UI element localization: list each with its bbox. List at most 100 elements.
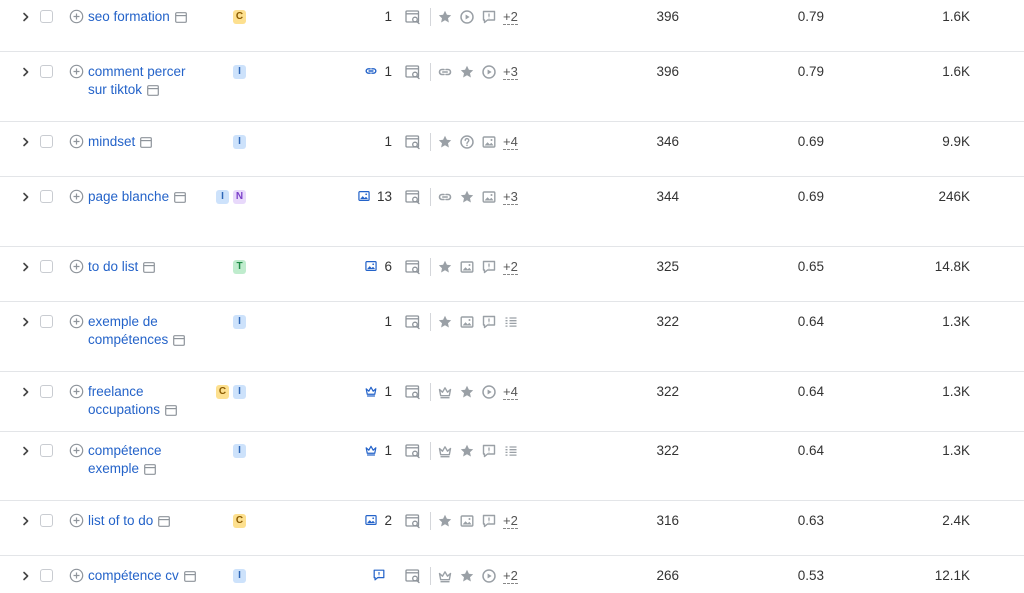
more-features-link[interactable]: +2	[503, 9, 518, 25]
keyword-link[interactable]: compétence cv	[88, 567, 208, 585]
serp-snapshot-icon[interactable]	[143, 260, 156, 273]
keyword-text[interactable]: seo formation	[88, 9, 170, 24]
more-features-link[interactable]: +4	[503, 384, 518, 400]
row-checkbox[interactable]	[40, 135, 53, 148]
expand-chevron-icon[interactable]	[20, 445, 32, 457]
keyword-text[interactable]: exemple de compétences	[88, 314, 168, 347]
keyword-link[interactable]: seo formation	[88, 8, 208, 26]
star-icon	[459, 64, 475, 80]
serp-snapshot-icon[interactable]	[173, 333, 186, 346]
image-icon	[459, 314, 475, 330]
more-features-link[interactable]: +2	[503, 568, 518, 584]
add-keyword-icon[interactable]	[69, 259, 84, 274]
keyword-text[interactable]: comment percer sur tiktok	[88, 64, 186, 97]
row-checkbox[interactable]	[40, 569, 53, 582]
table-row: comment percer sur tiktok I 1 +3 396 0.79 1.6K	[0, 52, 1024, 122]
star-icon	[459, 189, 475, 205]
keyword-text[interactable]: compétence cv	[88, 568, 179, 583]
expand-chevron-icon[interactable]	[20, 316, 32, 328]
keyword-link[interactable]: to do list	[88, 258, 208, 276]
results-value: 14.8K	[934, 259, 970, 274]
row-checkbox[interactable]	[40, 385, 53, 398]
view-serp-icon[interactable]	[405, 385, 421, 400]
expand-chevron-icon[interactable]	[20, 136, 32, 148]
view-serp-icon[interactable]	[405, 569, 421, 584]
view-serp-icon[interactable]	[405, 65, 421, 80]
expand-chevron-icon[interactable]	[20, 261, 32, 273]
star-icon	[459, 568, 475, 584]
row-checkbox[interactable]	[40, 65, 53, 78]
table-row: page blanche I N 13 +3 344 0.69 246K	[0, 177, 1024, 247]
view-serp-icon[interactable]	[405, 315, 421, 330]
more-features-link[interactable]: +4	[503, 134, 518, 150]
table-row: list of to do C 2 +2 316 0.63 2.4K	[0, 501, 1024, 556]
keyword-link[interactable]: comment percer sur tiktok	[88, 63, 208, 99]
serp-snapshot-icon[interactable]	[183, 569, 196, 582]
serp-snapshot-icon[interactable]	[158, 514, 171, 527]
keyword-text[interactable]: to do list	[88, 259, 138, 274]
add-keyword-icon[interactable]	[69, 64, 84, 79]
keyword-link[interactable]: list of to do	[88, 512, 208, 530]
add-keyword-icon[interactable]	[69, 314, 84, 329]
more-features-link[interactable]: +3	[503, 189, 518, 205]
position-cell: 1	[332, 313, 392, 331]
kd-value: 0.64	[797, 384, 824, 399]
results-value: 9.9K	[942, 134, 970, 149]
keyword-link[interactable]: exemple de compétences	[88, 313, 208, 349]
column-divider	[430, 8, 431, 26]
row-checkbox[interactable]	[40, 444, 53, 457]
position-cell: 1	[332, 383, 392, 401]
row-checkbox[interactable]	[40, 10, 53, 23]
serp-snapshot-icon[interactable]	[165, 403, 177, 416]
keyword-text[interactable]: mindset	[88, 134, 135, 149]
expand-chevron-icon[interactable]	[20, 66, 32, 78]
keyword-link[interactable]: page blanche	[88, 188, 208, 206]
position-cell: 2	[332, 512, 392, 530]
add-keyword-icon[interactable]	[69, 134, 84, 149]
volume-value: 325	[656, 259, 679, 274]
volume-value: 322	[656, 384, 679, 399]
serp-snapshot-icon[interactable]	[174, 190, 186, 203]
view-serp-icon[interactable]	[405, 444, 421, 459]
more-features-link[interactable]: +2	[503, 259, 518, 275]
link-icon	[364, 64, 378, 77]
keyword-text[interactable]: list of to do	[88, 513, 153, 528]
expand-chevron-icon[interactable]	[20, 570, 32, 582]
kd-value: 0.64	[797, 314, 824, 329]
view-serp-icon[interactable]	[405, 190, 421, 205]
serp-snapshot-icon[interactable]	[147, 83, 159, 96]
add-keyword-icon[interactable]	[69, 384, 84, 399]
row-checkbox[interactable]	[40, 190, 53, 203]
position-cell: 1	[332, 133, 392, 151]
serp-snapshot-icon[interactable]	[144, 462, 156, 475]
add-keyword-icon[interactable]	[69, 9, 84, 24]
expand-chevron-icon[interactable]	[20, 515, 32, 527]
column-divider	[430, 258, 431, 276]
keyword-text[interactable]: freelance occupations	[88, 384, 160, 417]
serp-snapshot-icon[interactable]	[174, 10, 187, 23]
add-keyword-icon[interactable]	[69, 513, 84, 528]
row-checkbox[interactable]	[40, 315, 53, 328]
view-serp-icon[interactable]	[405, 135, 421, 150]
view-serp-icon[interactable]	[405, 260, 421, 275]
expand-chevron-icon[interactable]	[20, 191, 32, 203]
keyword-text[interactable]: page blanche	[88, 189, 169, 204]
add-keyword-icon[interactable]	[69, 443, 84, 458]
kd-value: 0.65	[797, 259, 824, 274]
serp-snapshot-icon[interactable]	[140, 135, 153, 148]
view-serp-icon[interactable]	[405, 514, 421, 529]
row-checkbox[interactable]	[40, 260, 53, 273]
expand-chevron-icon[interactable]	[20, 11, 32, 23]
more-features-link[interactable]: +2	[503, 513, 518, 529]
view-serp-icon[interactable]	[405, 10, 421, 25]
keyword-link[interactable]: freelance occupations	[88, 383, 208, 419]
keyword-link[interactable]: mindset	[88, 133, 208, 151]
more-features-link[interactable]: +3	[503, 64, 518, 80]
keyword-link[interactable]: compétence exemple	[88, 442, 208, 478]
row-checkbox[interactable]	[40, 514, 53, 527]
star-icon	[459, 443, 475, 459]
add-keyword-icon[interactable]	[69, 568, 84, 583]
expand-chevron-icon[interactable]	[20, 386, 32, 398]
add-keyword-icon[interactable]	[69, 189, 84, 204]
video-icon	[481, 384, 497, 400]
